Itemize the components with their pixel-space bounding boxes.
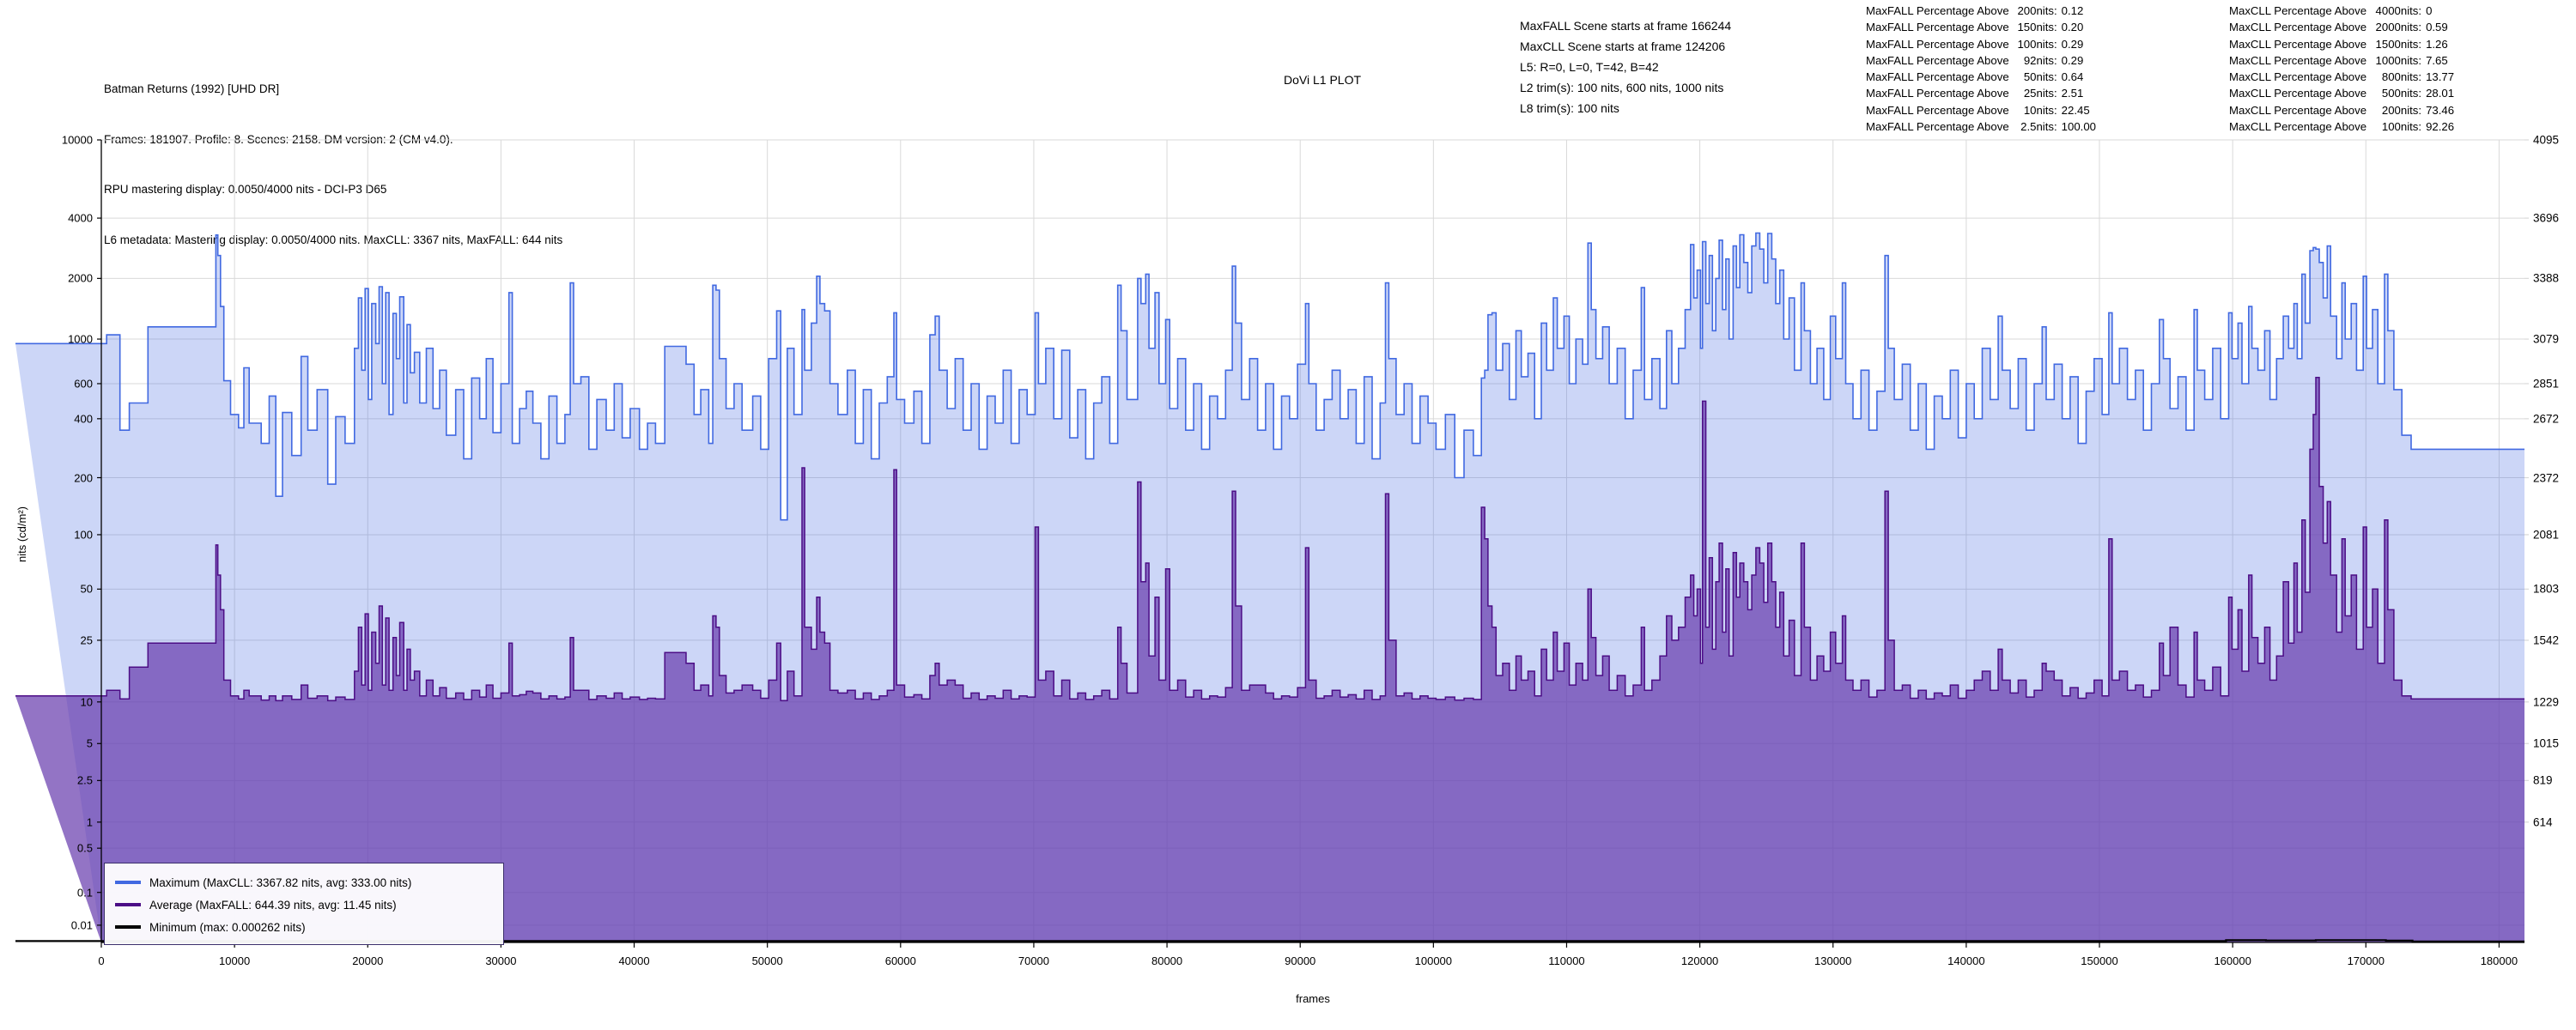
y-tick-label-nits: 2.5: [76, 773, 93, 787]
x-tick-label: 140000: [1947, 954, 1985, 967]
x-tick-label: 20000: [352, 954, 384, 967]
y-tick-label-pq-code: 2672: [2533, 412, 2560, 426]
legend-line-swatch: [115, 903, 141, 906]
y-tick-label-pq-code: 1015: [2533, 736, 2560, 750]
y-tick-label-nits: 0.5: [76, 841, 93, 855]
y-tick-label-nits: 100: [74, 528, 93, 542]
x-tick-label: 30000: [485, 954, 517, 967]
y-tick-label-nits: 10000: [61, 133, 93, 147]
y-tick-label-pq-code: 1803: [2533, 582, 2560, 596]
y-tick-label-pq-code: 4095: [2533, 133, 2560, 147]
y-axis-label: nits (cd/m²): [15, 506, 28, 562]
x-tick-label: 0: [98, 954, 105, 967]
x-tick-label: 80000: [1151, 954, 1183, 967]
y-tick-label-nits: 25: [80, 633, 93, 647]
y-tick-label-pq-code: 1229: [2533, 695, 2560, 709]
y-tick-label-nits: 0.1: [76, 886, 93, 900]
legend-line-swatch: [115, 925, 141, 929]
y-tick-label-nits: 600: [74, 377, 93, 391]
y-tick-label-pq-code: 2081: [2533, 528, 2560, 542]
legend-entry: Minimum (max: 0.000262 nits): [115, 916, 493, 938]
x-axis-label: frames: [1296, 992, 1330, 1005]
y-tick-label-pq-code: 1542: [2533, 633, 2560, 647]
legend-entry: Maximum (MaxCLL: 3367.82 nits, avg: 333.…: [115, 871, 493, 894]
y-tick-label-nits: 50: [80, 582, 93, 596]
legend-box: Maximum (MaxCLL: 3367.82 nits, avg: 333.…: [104, 863, 504, 945]
y-tick-label-pq-code: 3696: [2533, 211, 2560, 225]
x-tick-label: 110000: [1548, 954, 1585, 967]
x-tick-label: 70000: [1018, 954, 1050, 967]
y-tick-label-nits: 10: [80, 695, 93, 709]
x-tick-label: 100000: [1414, 954, 1453, 967]
x-tick-label: 60000: [884, 954, 916, 967]
y-tick-label-pq-code: 3388: [2533, 271, 2560, 285]
x-tick-label: 180000: [2480, 954, 2518, 967]
y-tick-label-pq-code: 2851: [2533, 377, 2560, 391]
y-tick-label-nits: 4000: [68, 211, 93, 225]
y-tick-label-pq-code: 614: [2533, 815, 2553, 829]
x-tick-label: 90000: [1285, 954, 1316, 967]
y-tick-label-nits: 2000: [68, 271, 93, 285]
y-tick-label-pq-code: 819: [2533, 773, 2553, 787]
x-tick-label: 170000: [2347, 954, 2385, 967]
y-tick-label-nits: 1000: [68, 332, 93, 346]
x-tick-label: 120000: [1680, 954, 1719, 967]
x-tick-label: 10000: [219, 954, 251, 967]
y-tick-label-nits: 0.01: [70, 918, 93, 932]
x-tick-label: 40000: [618, 954, 650, 967]
y-tick-label-nits: 400: [74, 412, 93, 426]
y-tick-label-pq-code: 2372: [2533, 471, 2560, 484]
legend-line-swatch: [115, 881, 141, 884]
y-tick-label-nits: 5: [86, 736, 93, 750]
x-tick-label: 150000: [2081, 954, 2118, 967]
x-tick-label: 50000: [751, 954, 783, 967]
y-tick-label-nits: 200: [74, 471, 93, 484]
y-tick-label-nits: 1: [86, 815, 93, 829]
legend-entry: Average (MaxFALL: 644.39 nits, avg: 11.4…: [115, 894, 493, 916]
x-tick-label: 160000: [2214, 954, 2251, 967]
x-tick-label: 130000: [1814, 954, 1852, 967]
y-tick-label-pq-code: 3079: [2533, 332, 2560, 346]
